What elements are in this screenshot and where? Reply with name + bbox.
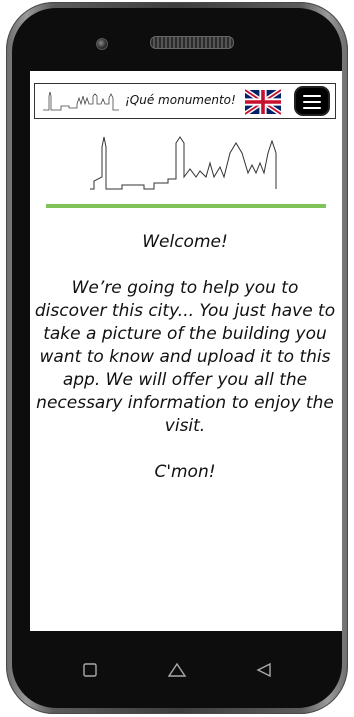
menu-line-icon (303, 101, 321, 103)
cta-text: C'mon! (154, 462, 216, 482)
uk-flag-icon[interactable] (245, 88, 281, 116)
menu-line-icon (303, 95, 321, 97)
city-skyline-logo (90, 136, 277, 190)
welcome-content: Welcome! We’re going to help you to disc… (34, 231, 336, 484)
earpiece-speaker (150, 36, 234, 49)
android-nav-bar (30, 634, 324, 704)
back-triangle-icon[interactable] (250, 656, 278, 684)
menu-line-icon (303, 107, 321, 109)
app-header: ¡Qué monumento! (34, 83, 336, 119)
intro-text: We’re going to help you to discover this… (34, 278, 336, 436)
app-title: ¡Qué monumento! (125, 93, 236, 107)
front-camera (96, 38, 108, 50)
hamburger-menu-button[interactable] (294, 86, 330, 116)
square-icon[interactable] (76, 656, 104, 684)
app-screen: ¡Qué monumento! Welcome! We’re going to … (30, 71, 342, 631)
skyline-logo-icon (43, 91, 119, 111)
home-icon[interactable] (163, 656, 191, 684)
accent-divider (46, 204, 326, 208)
welcome-heading: Welcome! (142, 232, 228, 252)
